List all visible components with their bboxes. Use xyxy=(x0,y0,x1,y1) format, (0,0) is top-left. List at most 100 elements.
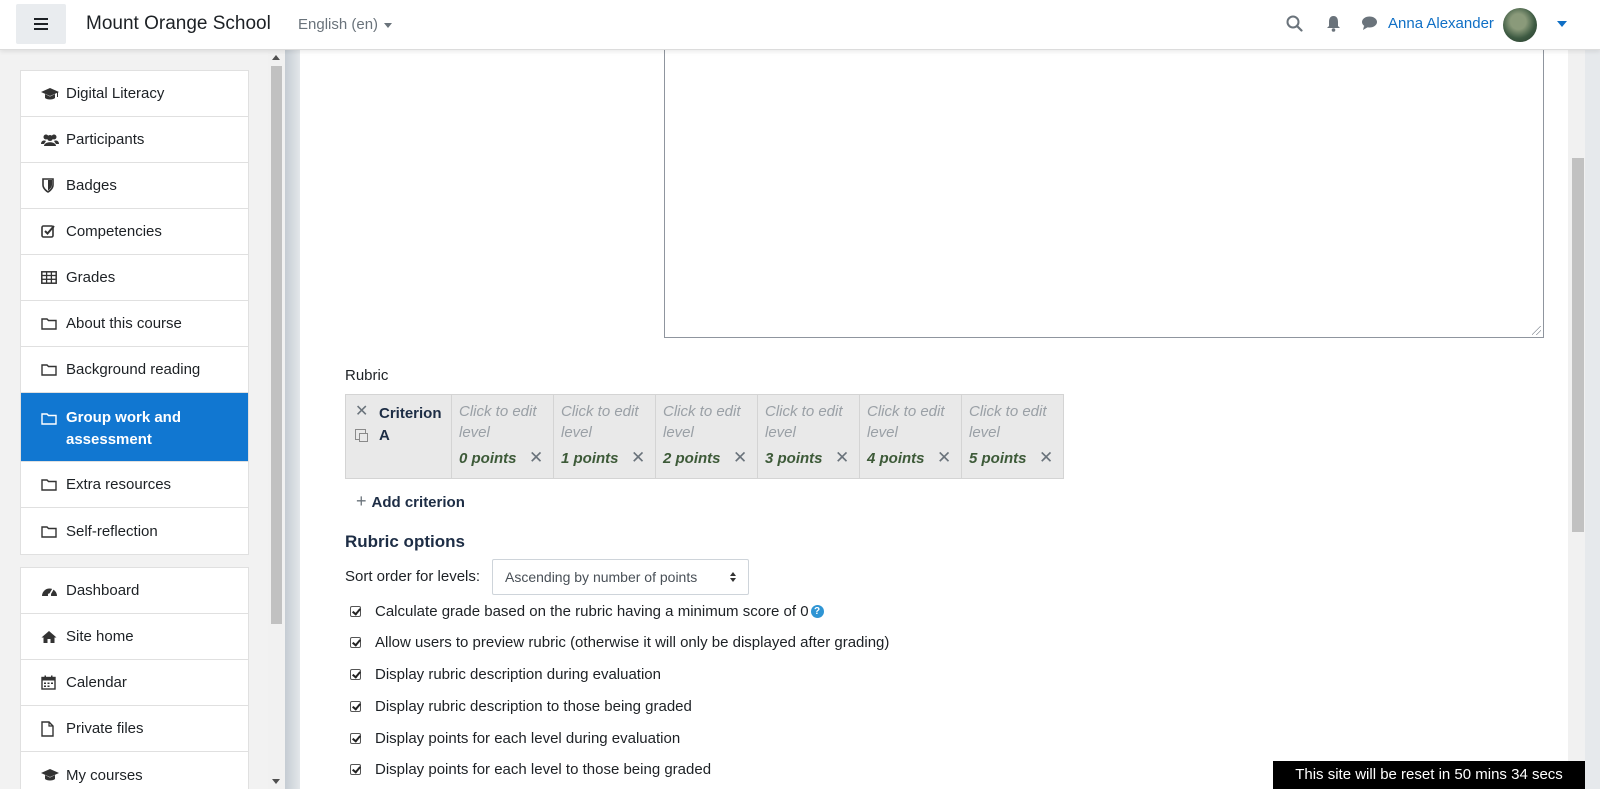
rubric-editor: ✕ Criterion A Click to edit level 0 poin… xyxy=(345,394,1064,479)
chat-bubble-icon[interactable] xyxy=(1361,15,1378,31)
level-points[interactable]: 0 points xyxy=(459,450,517,467)
bell-icon[interactable] xyxy=(1326,15,1341,32)
file-icon xyxy=(41,720,59,737)
level-definition[interactable]: Click to edit level xyxy=(969,401,1059,443)
level-points[interactable]: 3 points xyxy=(765,450,823,467)
add-criterion-button[interactable]: + Add criterion xyxy=(356,491,465,512)
plus-icon: + xyxy=(356,491,367,511)
level-definition[interactable]: Click to edit level xyxy=(663,401,753,443)
description-textarea[interactable] xyxy=(664,50,1544,338)
nav-item-site-home[interactable]: Site home xyxy=(21,614,248,660)
nav-item-about-this-course[interactable]: About this course xyxy=(21,301,248,347)
level-points[interactable]: 4 points xyxy=(867,450,925,467)
scroll-up-arrow-icon[interactable] xyxy=(272,55,280,60)
nav-item-group-work-and-assessment[interactable]: Group work and assessment xyxy=(21,393,248,462)
delete-level-icon[interactable]: ✕ xyxy=(835,448,849,468)
nav-item-label: Private files xyxy=(66,720,144,737)
level-definition[interactable]: Click to edit level xyxy=(561,401,651,443)
option-label: Display rubric description to those bein… xyxy=(375,697,692,715)
level-points[interactable]: 5 points xyxy=(969,450,1027,467)
delete-level-icon[interactable]: ✕ xyxy=(631,448,645,468)
folder-icon xyxy=(41,523,59,539)
nav-item-extra-resources[interactable]: Extra resources xyxy=(21,462,248,508)
nav-item-label: Competencies xyxy=(66,223,162,240)
delete-level-icon[interactable]: ✕ xyxy=(937,448,951,468)
level-cell: Click to edit level 0 points ✕ xyxy=(451,394,554,479)
site-name-link[interactable]: Mount Orange School xyxy=(86,13,271,35)
nav-drawer: Digital Literacy Participants Badges Com… xyxy=(0,50,285,789)
nav-item-label: Digital Literacy xyxy=(66,85,165,102)
page-scrollbar-thumb[interactable] xyxy=(1572,158,1584,532)
folder-icon xyxy=(41,410,59,426)
level-points[interactable]: 2 points xyxy=(663,450,721,467)
folder-icon xyxy=(41,477,59,493)
chevron-down-icon xyxy=(384,22,393,28)
level-cell: Click to edit level 3 points ✕ xyxy=(757,394,860,479)
user-menu-chevron-icon[interactable] xyxy=(1557,21,1567,27)
user-name[interactable]: Anna Alexander xyxy=(1388,15,1494,32)
graduation-cap-icon xyxy=(41,86,59,102)
level-cell: Click to edit level 4 points ✕ xyxy=(859,394,962,479)
level-definition[interactable]: Click to edit level xyxy=(867,401,957,443)
option-row: Display points for each level to those b… xyxy=(350,759,711,779)
folder-icon xyxy=(41,362,59,378)
nav-item-competencies[interactable]: Competencies xyxy=(21,209,248,255)
top-navbar: Mount Orange School English (en) Anna Al… xyxy=(0,0,1600,50)
nav-item-label: Background reading xyxy=(66,361,201,378)
level-points[interactable]: 1 points xyxy=(561,450,619,467)
option-checkbox[interactable] xyxy=(350,668,361,680)
rubric-label: Rubric xyxy=(345,367,389,384)
nav-item-label: Calendar xyxy=(66,674,127,691)
criterion-name[interactable]: Criterion A xyxy=(379,403,449,447)
hamburger-icon xyxy=(34,18,48,30)
delete-level-icon[interactable]: ✕ xyxy=(733,448,747,468)
level-cell: Click to edit level 1 points ✕ xyxy=(553,394,656,479)
option-checkbox[interactable] xyxy=(350,763,361,775)
nav-item-dashboard[interactable]: Dashboard xyxy=(21,568,248,614)
resize-grip-icon[interactable] xyxy=(1532,326,1541,335)
nav-item-label: Dashboard xyxy=(66,582,140,599)
sort-order-value: Ascending by number of points xyxy=(505,569,698,585)
criterion-cell: ✕ Criterion A xyxy=(345,394,452,479)
duplicate-criterion-icon[interactable] xyxy=(355,429,368,442)
option-checkbox[interactable] xyxy=(350,636,361,648)
shield-icon xyxy=(41,178,59,194)
nav-item-background-reading[interactable]: Background reading xyxy=(21,347,248,393)
drawer-scrollbar-thumb[interactable] xyxy=(271,66,282,624)
delete-level-icon[interactable]: ✕ xyxy=(1039,448,1053,468)
nav-item-my-courses[interactable]: My courses xyxy=(21,752,248,789)
nav-item-participants[interactable]: Participants xyxy=(21,117,248,163)
nav-item-calendar[interactable]: Calendar xyxy=(21,660,248,706)
option-label: Display points for each level during eva… xyxy=(375,729,681,747)
main-content: Rubric ✕ Criterion A Click to edit level… xyxy=(300,50,1568,789)
delete-criterion-icon[interactable]: ✕ xyxy=(355,401,368,421)
option-row: Display rubric description to those bein… xyxy=(350,696,692,716)
nav-item-private-files[interactable]: Private files xyxy=(21,706,248,752)
level-cell: Click to edit level 5 points ✕ xyxy=(961,394,1064,479)
nav-item-digital-literacy[interactable]: Digital Literacy xyxy=(21,71,248,117)
option-label: Allow users to preview rubric (otherwise… xyxy=(375,633,890,651)
help-icon[interactable]: ? xyxy=(810,604,824,618)
site-nav: Dashboard Site home Calendar Private fil… xyxy=(20,567,249,789)
option-checkbox[interactable] xyxy=(350,605,361,617)
scroll-down-arrow-icon[interactable] xyxy=(272,779,280,784)
delete-level-icon[interactable]: ✕ xyxy=(529,448,543,468)
user-avatar[interactable] xyxy=(1503,8,1537,42)
level-definition[interactable]: Click to edit level xyxy=(459,401,549,443)
add-criterion-label: Add criterion xyxy=(371,494,465,511)
nav-item-badges[interactable]: Badges xyxy=(21,163,248,209)
home-icon xyxy=(41,629,59,645)
drawer-edge xyxy=(285,50,300,789)
page-scrollbar[interactable] xyxy=(1568,50,1585,789)
language-menu[interactable]: English (en) xyxy=(298,16,393,33)
level-definition[interactable]: Click to edit level xyxy=(765,401,855,443)
hamburger-menu-button[interactable] xyxy=(16,4,66,44)
option-checkbox[interactable] xyxy=(350,732,361,744)
nav-item-label: Participants xyxy=(66,131,145,148)
search-icon[interactable] xyxy=(1286,15,1303,32)
drawer-scrollbar[interactable] xyxy=(268,50,285,789)
option-checkbox[interactable] xyxy=(350,700,361,712)
nav-item-grades[interactable]: Grades xyxy=(21,255,248,301)
sort-order-select[interactable]: Ascending by number of points xyxy=(492,559,749,595)
nav-item-self-reflection[interactable]: Self-reflection xyxy=(21,508,248,554)
